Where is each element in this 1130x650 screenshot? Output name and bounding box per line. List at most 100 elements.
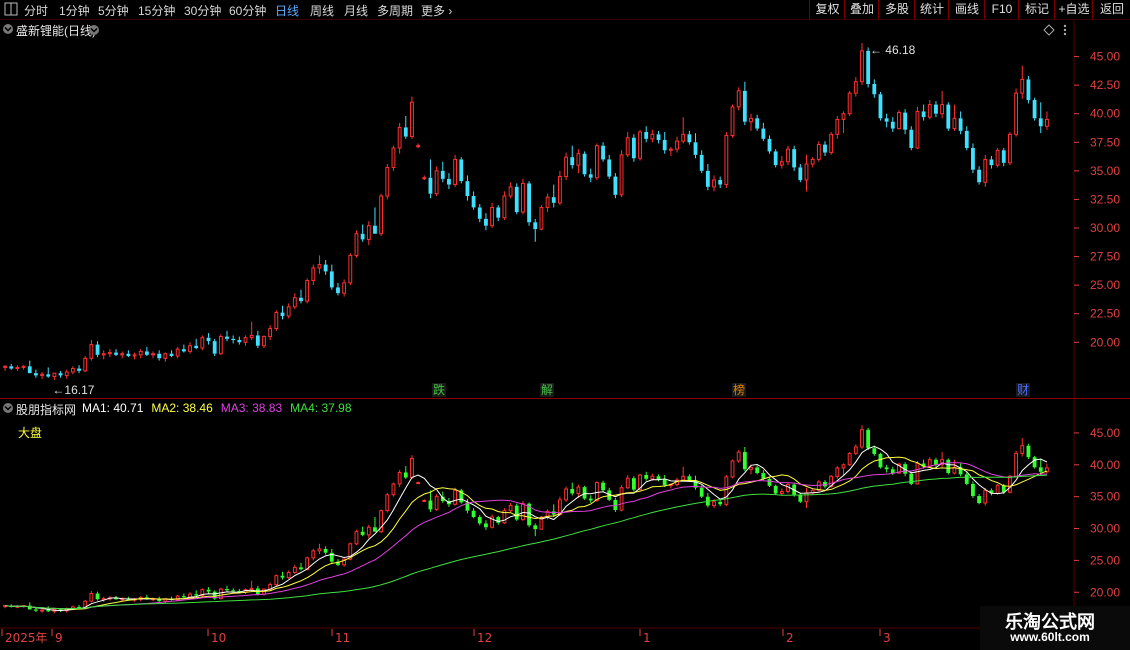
indicator-candle — [601, 480, 605, 492]
candle — [459, 157, 464, 184]
y-axis-tick-label: 40.00 — [1090, 107, 1120, 121]
candle — [557, 170, 562, 206]
timeframe-tab[interactable]: 更多 › — [421, 2, 452, 19]
candle — [841, 111, 846, 134]
candle — [397, 122, 402, 154]
timeframe-tab[interactable]: 1分钟 — [59, 2, 90, 19]
candle — [471, 191, 476, 210]
indicator-candle — [496, 515, 501, 525]
ma-line — [5, 445, 1048, 612]
candle — [995, 148, 1000, 168]
indicator-candle — [1045, 463, 1049, 474]
toolbar-button[interactable]: F10 — [984, 0, 1019, 19]
candle — [631, 134, 636, 162]
candlestick-chart[interactable]: 45.00 42.50 40.00 37.50 35.00 32.50 30.00 27.50… — [0, 20, 1130, 398]
candle — [872, 79, 877, 98]
candle — [588, 168, 593, 183]
indicator-candle — [625, 474, 630, 490]
candle — [786, 145, 790, 166]
timeframe-tab[interactable]: 5分钟 — [98, 2, 129, 19]
toolbar-button[interactable]: 标记 — [1018, 0, 1055, 19]
candle — [594, 143, 599, 180]
indicator-candle — [1032, 455, 1037, 469]
timeframe-tab[interactable]: 多周期 — [377, 2, 413, 19]
candle — [687, 130, 692, 145]
candle — [681, 117, 686, 144]
time-axis: 2025年 9 10 11 12 1 2 3 — [1, 629, 891, 645]
candle — [21, 365, 26, 370]
indicator-candle — [952, 459, 957, 475]
event-badge[interactable]: 跌 — [433, 382, 445, 397]
timeframe-tab[interactable]: 15分钟 — [138, 2, 175, 19]
candle — [533, 218, 538, 242]
candle — [286, 303, 291, 319]
indicator-candle — [502, 508, 507, 525]
indicator-chart[interactable]: 45.00 40.00 35.00 30.00 25.00 20.00 — [0, 399, 1130, 629]
indicator-candle — [533, 523, 538, 537]
candle — [890, 117, 895, 132]
candle — [212, 338, 217, 356]
timeframe-tab[interactable]: 分时 — [24, 2, 48, 19]
indicator-candle — [422, 499, 427, 502]
indicator-candle — [514, 503, 519, 521]
watermark-url: www.60lt.com — [1010, 630, 1090, 644]
toolbar-grid-icon[interactable] — [4, 2, 18, 19]
indicator-candle — [835, 466, 840, 479]
indicator-candle — [471, 508, 476, 519]
candle — [64, 369, 69, 379]
y-axis-tick-label: 20.00 — [1090, 335, 1120, 349]
toolbar-button[interactable]: 统计 — [914, 0, 949, 19]
indicator-candle — [656, 474, 661, 482]
candle — [675, 136, 679, 153]
candle — [761, 122, 766, 142]
event-badge[interactable]: 榜 — [733, 382, 745, 397]
indicator-candle — [736, 450, 741, 463]
ma-line — [5, 456, 1048, 610]
toolbar-button[interactable]: +自选 — [1054, 0, 1093, 19]
candle — [299, 289, 303, 304]
indicator-candle — [249, 580, 254, 591]
indicator-candle — [292, 564, 297, 574]
candle — [693, 133, 698, 159]
y-axis-tick-label: 25.00 — [1090, 278, 1120, 292]
candle — [816, 141, 821, 162]
toolbar-button[interactable]: 画线 — [948, 0, 985, 19]
indicator-candle — [200, 588, 205, 597]
timeframe-tab[interactable]: 60分钟 — [229, 2, 266, 19]
candle — [114, 349, 118, 356]
indicator-candle — [428, 490, 433, 512]
toolbar-button[interactable]: 多股 — [878, 0, 915, 19]
event-badge[interactable]: 财 — [1017, 383, 1029, 397]
timeframe-tab[interactable]: 月线 — [344, 2, 368, 19]
candle — [366, 221, 371, 246]
indicator-candle — [101, 596, 106, 602]
timeframe-tab[interactable]: 30分钟 — [184, 2, 221, 19]
indicator-candle — [299, 562, 303, 571]
candle — [410, 96, 414, 139]
indicator-candle — [958, 463, 963, 477]
indicator-candle — [416, 481, 421, 485]
candle — [625, 132, 630, 158]
candle — [237, 336, 242, 345]
candle — [422, 175, 427, 180]
candle — [699, 150, 704, 174]
candle — [194, 338, 199, 350]
toolbar-button[interactable]: 返回 — [1092, 0, 1130, 19]
candle — [952, 104, 957, 131]
toolbar-button[interactable]: 叠加 — [844, 0, 879, 19]
event-badge[interactable]: 解 — [541, 383, 553, 397]
time-axis-label: 11 — [335, 631, 350, 645]
candle — [379, 193, 384, 236]
candle — [311, 264, 316, 286]
candle — [514, 183, 519, 215]
timeframe-tab[interactable]: 日线 — [275, 2, 299, 19]
candle — [835, 116, 840, 139]
indicator-candle — [323, 546, 328, 555]
high-price-label: ← 46.18 — [870, 43, 916, 57]
toolbar-button[interactable]: 复权 — [809, 0, 845, 19]
indicator-candle — [360, 526, 365, 537]
candle — [40, 372, 44, 379]
indicator-candle — [786, 482, 790, 494]
timeframe-tab[interactable]: 周线 — [310, 2, 334, 19]
candle — [971, 143, 975, 174]
